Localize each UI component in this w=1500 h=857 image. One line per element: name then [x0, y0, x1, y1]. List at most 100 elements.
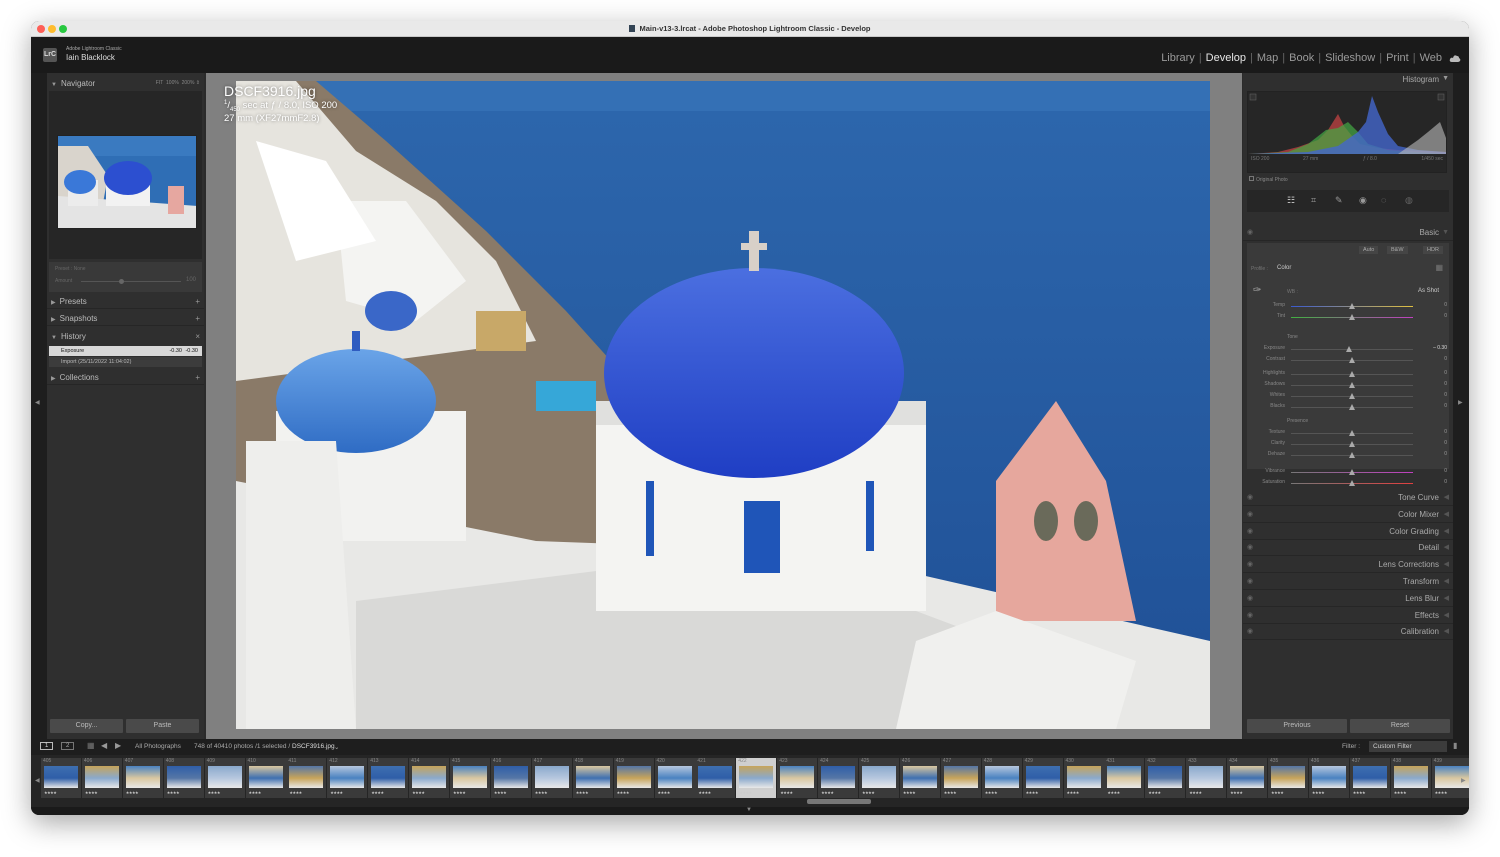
filmstrip-thumbnail[interactable]: 418 ★★★★ — [572, 758, 613, 798]
filter-select[interactable]: Custom Filter — [1369, 741, 1447, 752]
filmstrip-thumbnail[interactable]: 430 ★★★★ — [1063, 758, 1104, 798]
slider-texture[interactable]: Texture 0 — [1247, 428, 1457, 438]
filmstrip-thumbnail[interactable]: 426 ★★★★ — [899, 758, 940, 798]
histogram-collapse-icon[interactable]: ▼ — [1442, 75, 1449, 82]
slider-knob[interactable] — [1349, 314, 1355, 320]
slider-value[interactable]: 0 — [1417, 403, 1447, 409]
filmstrip-thumbnail[interactable]: 432 ★★★★ — [1145, 758, 1186, 798]
navigator-zoom-options[interactable]: FIT 100% 200% ⇕ — [156, 76, 200, 91]
slider-contrast[interactable]: Contrast 0 — [1247, 355, 1457, 365]
filmstrip-thumbnail[interactable]: 405 ★★★★ — [41, 758, 81, 798]
module-map[interactable]: Map — [1257, 52, 1278, 64]
slider-whites[interactable]: Whites 0 — [1247, 391, 1457, 401]
navigator-preview[interactable] — [49, 91, 202, 259]
filmstrip-thumbnail[interactable]: 421 ★★★★ — [695, 758, 736, 798]
slider-knob[interactable] — [1349, 430, 1355, 436]
histogram-title[interactable]: Histogram — [1403, 75, 1439, 84]
section-transform[interactable]: ◉ Transform ◀ — [1243, 574, 1453, 590]
filmstrip-thumbnail[interactable]: 428 ★★★★ — [981, 758, 1022, 798]
add-collection-icon[interactable]: + — [195, 370, 200, 385]
filmstrip-thumbnail[interactable]: 423 ★★★★ — [777, 758, 818, 798]
main-photo[interactable] — [236, 81, 1210, 729]
filmstrip-thumbnail[interactable]: 406 ★★★★ — [81, 758, 122, 798]
filmstrip-thumbnail[interactable]: 437 ★★★★ — [1349, 758, 1390, 798]
navigator-header[interactable]: ▼ Navigator FIT 100% 200% ⇕ — [47, 76, 204, 91]
module-develop[interactable]: Develop — [1206, 52, 1246, 64]
red-eye-icon[interactable]: ◉ — [1359, 195, 1367, 206]
filmstrip-thumbnail[interactable]: 408 ★★★★ — [163, 758, 204, 798]
snapshots-header[interactable]: ▶ Snapshots + — [47, 311, 204, 326]
eye-icon[interactable]: ◉ — [1247, 490, 1253, 506]
filmstrip-thumbnail[interactable]: 413 ★★★★ — [368, 758, 409, 798]
basic-header[interactable]: ◉ Basic ▼ — [1243, 225, 1453, 241]
section-calibration[interactable]: ◉ Calibration ◀ — [1243, 624, 1453, 641]
slider-track[interactable] — [1291, 349, 1413, 350]
section-tone-curve[interactable]: ◉ Tone Curve ◀ — [1243, 490, 1453, 506]
slider-value[interactable]: 0 — [1417, 370, 1447, 376]
slider-shadows[interactable]: Shadows 0 — [1247, 380, 1457, 390]
filmstrip-thumbnail[interactable]: 415 ★★★★ — [450, 758, 490, 798]
right-panel-toggle[interactable]: ▶ — [1453, 73, 1469, 739]
filmstrip-right-arrow[interactable]: ▶ — [1461, 777, 1466, 784]
slider-value[interactable]: 0 — [1417, 429, 1447, 435]
filmstrip-thumbnail[interactable]: 420 ★★★★ — [654, 758, 695, 798]
section-lens-blur[interactable]: ◉ Lens Blur ◀ — [1243, 591, 1453, 607]
section-detail[interactable]: ◉ Detail ◀ — [1243, 540, 1453, 557]
slider-vibrance[interactable]: Vibrance 0 — [1247, 467, 1457, 477]
slider-knob[interactable] — [1349, 382, 1355, 388]
slider-knob[interactable] — [1349, 357, 1355, 363]
slider-knob[interactable] — [1346, 346, 1352, 352]
slider-value[interactable]: 0 — [1417, 356, 1447, 362]
slider-value[interactable]: 0 — [1417, 479, 1447, 485]
eye-icon[interactable]: ◉ — [1247, 624, 1253, 640]
slider-knob[interactable] — [1349, 480, 1355, 486]
slider-knob[interactable] — [1349, 371, 1355, 377]
minimize-window-button[interactable] — [48, 25, 56, 33]
presets-header[interactable]: ▶ Presets + — [47, 294, 204, 309]
slider-value[interactable]: 0 — [1417, 302, 1447, 308]
module-slideshow[interactable]: Slideshow — [1325, 52, 1375, 64]
second-screen-button[interactable]: 2 — [61, 742, 75, 750]
reset-button[interactable]: Reset — [1350, 719, 1450, 733]
slider-knob[interactable] — [1349, 393, 1355, 399]
slider-exposure[interactable]: Exposure – 0.30 — [1247, 344, 1457, 354]
eye-icon[interactable]: ◉ — [1247, 507, 1253, 523]
slider-temp[interactable]: Temp 0 — [1247, 301, 1457, 311]
filmstrip-thumbnail[interactable]: 411 ★★★★ — [286, 758, 327, 798]
filmstrip-scrollbar[interactable] — [807, 799, 871, 804]
filmstrip-thumbnail[interactable]: 419 ★★★★ — [613, 758, 654, 798]
back-arrow-icon[interactable]: ◀ — [101, 741, 107, 750]
previous-button[interactable]: Previous — [1247, 719, 1347, 733]
filmstrip-thumbnail[interactable]: 410 ★★★★ — [245, 758, 286, 798]
eye-icon[interactable]: ◉ — [1247, 608, 1253, 624]
amount-slider[interactable] — [81, 281, 181, 282]
bw-button[interactable]: B&W — [1387, 246, 1408, 254]
filmstrip-source[interactable]: All Photographs — [135, 743, 181, 750]
eye-icon[interactable]: ◉ — [1247, 574, 1253, 590]
filter-lock-icon[interactable]: ▮ — [1453, 741, 1457, 750]
slider-knob[interactable] — [1349, 469, 1355, 475]
navigator-thumbnail[interactable] — [57, 135, 197, 229]
filmstrip-thumbnail[interactable]: 438 ★★★★ — [1390, 758, 1431, 798]
profile-select[interactable]: Color — [1277, 265, 1291, 271]
close-window-button[interactable] — [37, 25, 45, 33]
slider-value[interactable]: – 0.30 — [1417, 345, 1447, 351]
slider-value[interactable]: 0 — [1417, 381, 1447, 387]
white-balance-picker-icon[interactable]: ✑ — [1253, 285, 1261, 296]
slider-value[interactable]: 0 — [1417, 392, 1447, 398]
section-color-mixer[interactable]: ◉ Color Mixer ◀ — [1243, 507, 1453, 523]
bottom-panel-toggle[interactable]: ▼ — [31, 807, 1469, 815]
slider-value[interactable]: 0 — [1417, 313, 1447, 319]
copy-settings-button[interactable]: Copy... — [50, 719, 123, 733]
auto-button[interactable]: Auto — [1359, 246, 1379, 254]
slider-value[interactable]: 0 — [1417, 468, 1447, 474]
main-screen-button[interactable]: 1 — [40, 742, 54, 750]
slider-blacks[interactable]: Blacks 0 — [1247, 402, 1457, 412]
paste-settings-button[interactable]: Paste — [126, 719, 199, 733]
cloud-sync-icon[interactable] — [1449, 54, 1461, 63]
chevron-down-icon[interactable]: ⌄ — [334, 743, 339, 751]
filmstrip-thumbnail[interactable]: 435 ★★★★ — [1268, 758, 1308, 798]
filmstrip-thumbnail[interactable]: 434 ★★★★ — [1227, 758, 1268, 798]
slider-value[interactable]: 0 — [1417, 440, 1447, 446]
zoom-window-button[interactable] — [59, 25, 67, 33]
